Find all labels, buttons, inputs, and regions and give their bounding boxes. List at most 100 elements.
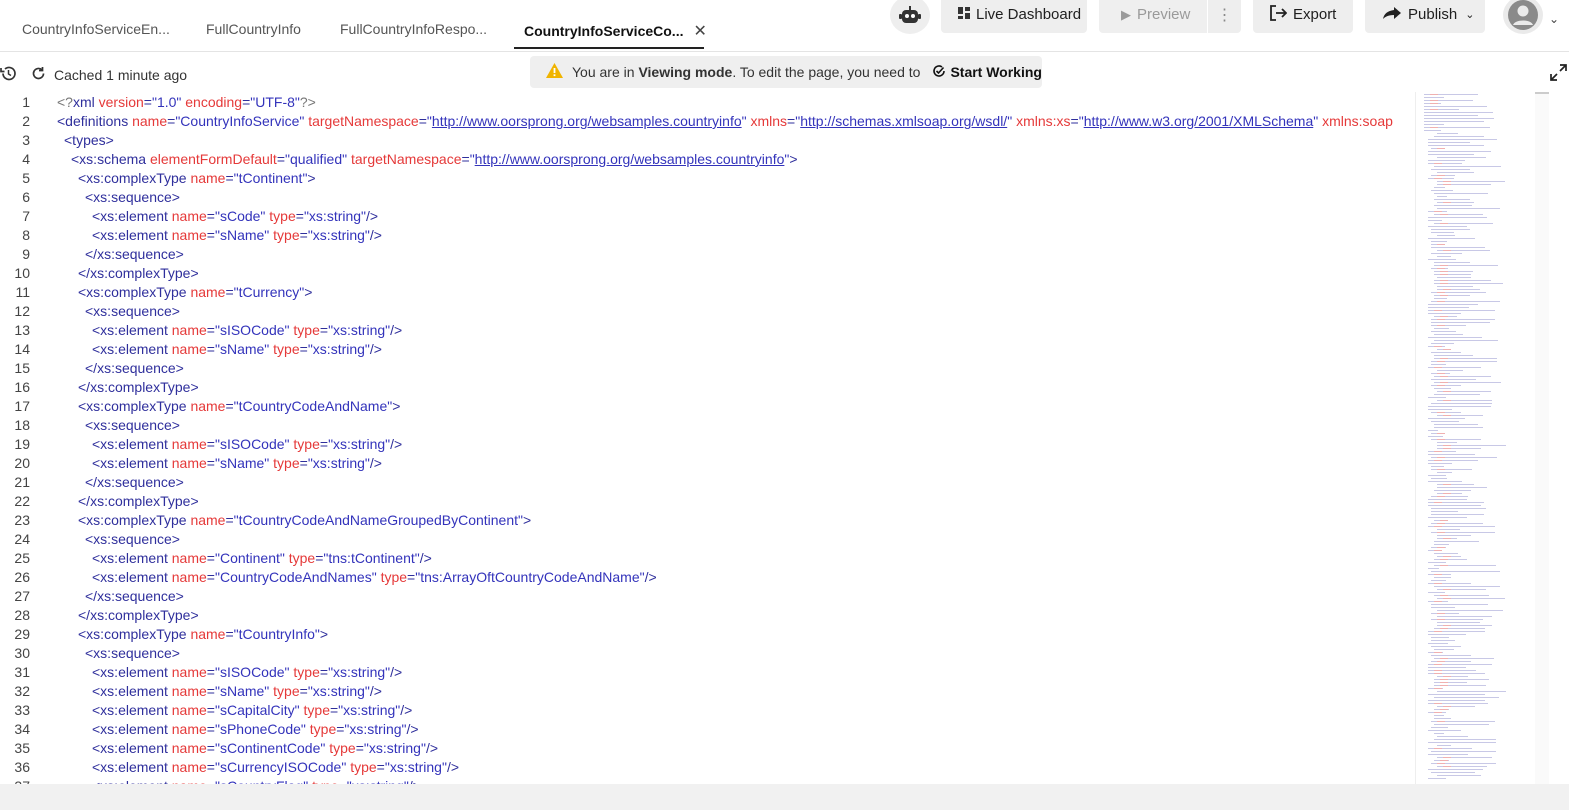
code-line[interactable]: <xs:element name="sISOCode" type="xs:str… [92,321,402,340]
code-token: "qualified" [285,151,351,167]
code-token: "xs:string" [384,759,447,775]
scrollbar-thumb[interactable] [1535,92,1549,94]
tab-full-country-info[interactable]: FullCountryInfo [206,21,301,49]
minimap-line [1428,667,1466,668]
code-line[interactable]: <xs:element name="CountryCodeAndNames" t… [92,568,657,587]
minimap-line [1440,280,1448,281]
minimap-line [1431,571,1500,572]
code-token: type [293,436,320,452]
code-line[interactable]: <xs:sequence> [85,644,180,663]
code-minimap[interactable] [1415,92,1535,784]
code-line[interactable]: <xs:element name="Continent" type="tns:t… [92,549,432,568]
code-line[interactable]: </xs:complexType> [78,264,199,283]
code-line[interactable]: <xs:element name="sName" type="xs:string… [92,682,382,701]
code-area[interactable]: <?xml version = "1.0" encoding = "UTF-8"?> <d… [57,92,1415,784]
code-line[interactable]: <xs:element name="sCapitalCity" type="xs… [92,701,412,720]
code-line[interactable]: <xs:complexType name="tContinent"> [78,169,316,188]
code-token: type [273,455,300,471]
minimap-line [1424,112,1493,113]
minimap-line [1434,334,1463,335]
minimap-line [1434,682,1467,683]
live-dashboard-button[interactable]: Live Dashboard [941,0,1087,33]
code-token[interactable]: http://www.oorsprong.org/websamples.coun… [432,113,742,129]
code-token: name [171,740,207,756]
robot-icon[interactable] [890,0,930,34]
tab-full-country-info-response[interactable]: FullCountryInfoRespo... [340,21,487,49]
start-working-button[interactable]: Start Working [932,64,1042,81]
code-line[interactable]: </xs:sequence> [85,473,184,492]
minimap-line [1434,724,1489,725]
preview-button[interactable]: ▶ Preview [1099,0,1207,33]
code-token[interactable]: http://schemas.xmlsoap.org/wsdl/ [800,113,1007,129]
code-line[interactable]: <xs:sequence> [85,530,180,549]
code-token: = [206,759,215,775]
minimap-line [1437,268,1445,269]
code-line[interactable]: </xs:sequence> [85,587,184,606]
minimap-line [1431,646,1461,647]
code-line[interactable]: <xs:complexType name="tCountryInfo"> [78,625,328,644]
minimap-line [1434,328,1449,329]
refresh-icon[interactable] [31,66,46,84]
user-icon[interactable] [1503,0,1543,34]
code-token[interactable]: http://www.w3.org/2001/XMLSchema [1084,113,1314,129]
code-line[interactable]: <xs:sequence> [85,188,180,207]
code-line[interactable]: </xs:sequence> [85,359,184,378]
chevron-down-icon[interactable]: ⌄ [1549,12,1559,26]
minimap-line [1434,178,1442,179]
vertical-scrollbar[interactable] [1535,92,1549,784]
minimap-line [1437,613,1445,614]
code-token: <xs:element [92,455,172,471]
code-line[interactable]: </xs:complexType> [78,492,199,511]
code-line[interactable]: <xs:schema elementFormDefault="qualified… [71,150,798,169]
code-line[interactable]: </xs:complexType> [78,606,199,625]
minimap-line [1437,616,1492,617]
close-icon[interactable]: ✕ [693,21,706,41]
code-token: </xs:sequence> [85,588,184,604]
code-line[interactable]: <xs:element name="sISOCode" type="xs:str… [92,663,402,682]
code-token: "sISOCode" [214,322,294,338]
code-line[interactable]: <xs:element name="sPhoneCode" type="xs:s… [92,720,419,739]
preview-more-button[interactable]: ⋮ [1208,0,1241,33]
minimap-line [1434,652,1442,653]
minimap-line [1437,775,1481,776]
code-line[interactable]: <xs:complexType name="tCountryCodeAndNam… [78,511,531,530]
code-line[interactable]: <?xml version="1.0" encoding="UTF-8"?> [57,93,316,112]
code-line[interactable]: <xs:element name="sName" type="xs:string… [92,454,382,473]
minimap-line [1440,682,1448,683]
publish-button[interactable]: Publish ⌄ [1365,0,1485,33]
history-icon[interactable] [0,65,17,85]
code-line[interactable]: <xs:sequence> [85,302,180,321]
minimap-line [1443,625,1451,626]
code-line[interactable]: <xs:element name="sCountryFlag" type="xs… [92,777,421,784]
code-line[interactable]: <xs:element name="sCode" type="xs:string… [92,207,378,226]
code-line[interactable]: <definitions name = "CountryInfoService" t… [57,112,1393,131]
code-line[interactable]: </xs:sequence> [85,245,184,264]
code-token[interactable]: http://www.oorsprong.org/websamples.coun… [475,151,785,167]
code-line[interactable]: <xs:element name="sISOCode" type="xs:str… [92,435,402,454]
play-icon: ▶ [1121,6,1131,22]
expand-icon[interactable] [1550,64,1567,86]
tab-country-info-service-code[interactable]: CountryInfoServiceCo... ✕ [514,21,707,49]
tab-country-info-service-endpoint[interactable]: CountryInfoServiceEn... [22,21,170,49]
code-token: = [206,208,215,224]
code-token: <xs:element [92,759,172,775]
code-token: name [190,398,226,414]
code-line[interactable]: <xs:element name="sContinentCode" type="… [92,739,438,758]
code-line[interactable]: <xs:element name="sName" type="xs:string… [92,226,382,245]
code-token: <xs:element [92,436,172,452]
code-line[interactable]: <xs:element name="sCurrencyISOCode" type… [92,758,459,777]
minimap-line [1428,694,1485,695]
code-line[interactable]: <xs:element name="sName" type="xs:string… [92,340,382,359]
code-line[interactable]: <xs:complexType name="tCurrency"> [78,283,312,302]
code-line[interactable]: <xs:sequence> [85,416,180,435]
code-editor[interactable]: 1 2 3 4 5 6 7 8 9 10 11 12 13 14 15 16 17 18 19 20 21 22 23 24 2… [0,92,1415,784]
code-token: "CountryCodeAndNames" [214,569,381,585]
export-button[interactable]: Export [1253,0,1353,33]
code-line[interactable]: <xs:complexType name="tCountryCodeAndNam… [78,397,400,416]
code-line[interactable]: <types> [64,131,114,150]
code-token: /> [400,702,413,718]
code-token: <xs:element [92,721,172,737]
code-line[interactable]: </xs:complexType> [78,378,199,397]
code-token: > [319,626,329,642]
code-token: <xs:element [92,550,172,566]
